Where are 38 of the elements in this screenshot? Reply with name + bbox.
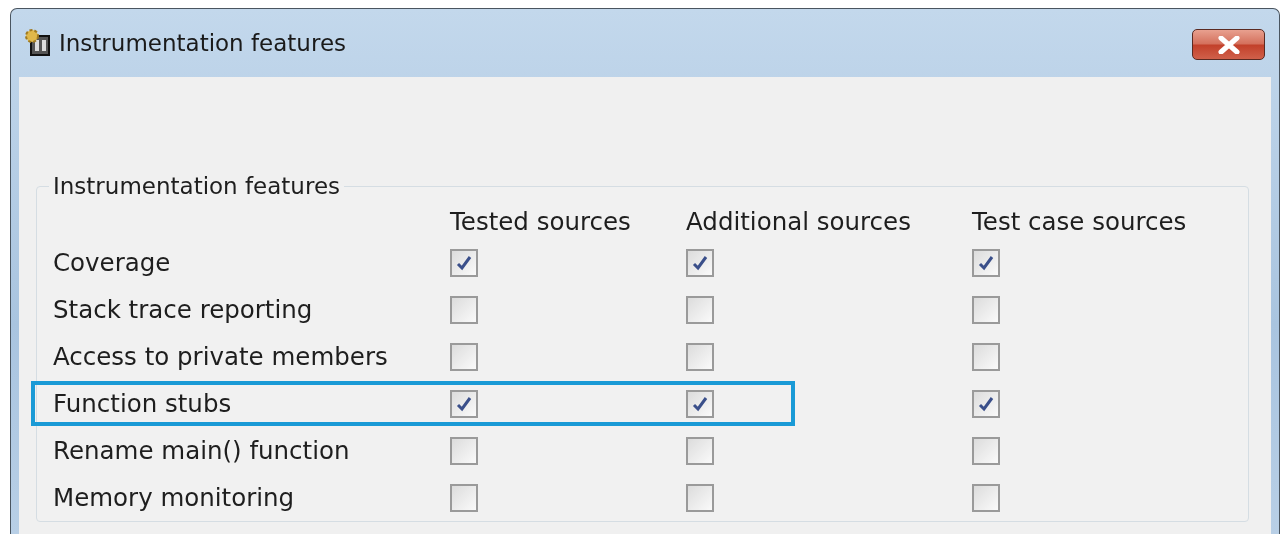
column-header: Tested sources	[450, 206, 632, 236]
checkbox[interactable]	[686, 436, 714, 465]
checkbox[interactable]	[972, 389, 1000, 418]
gear-cube-icon	[23, 28, 53, 58]
check-icon	[977, 394, 995, 413]
check-icon	[455, 253, 473, 272]
checkbox[interactable]	[686, 483, 714, 512]
checkbox[interactable]	[686, 389, 714, 418]
column-header: Additional sources	[686, 206, 912, 236]
feature-label: Function stubs	[53, 389, 233, 418]
feature-label: Access to private members	[53, 342, 389, 371]
checkbox[interactable]	[450, 248, 478, 277]
checkbox[interactable]	[972, 342, 1000, 371]
check-icon	[691, 253, 709, 272]
feature-label: Stack trace reporting	[53, 295, 314, 324]
check-icon	[691, 394, 709, 413]
checkbox[interactable]	[972, 248, 1000, 277]
feature-label: Memory monitoring	[53, 483, 296, 512]
checkbox[interactable]	[450, 436, 478, 465]
column-header: Test case sources	[972, 206, 1188, 236]
close-button[interactable]	[1192, 29, 1265, 60]
group-title: Instrumentation features	[52, 173, 342, 199]
check-icon	[455, 394, 473, 413]
checkbox[interactable]	[686, 248, 714, 277]
checkbox[interactable]	[972, 295, 1000, 324]
checkbox[interactable]	[972, 436, 1000, 465]
checkbox[interactable]	[450, 295, 478, 324]
checkbox[interactable]	[450, 389, 478, 418]
feature-label: Coverage	[53, 248, 172, 277]
checkbox[interactable]	[972, 483, 1000, 512]
checkbox[interactable]	[686, 342, 714, 371]
checkbox[interactable]	[450, 483, 478, 512]
checkbox[interactable]	[686, 295, 714, 324]
close-icon	[1217, 35, 1240, 54]
checkbox[interactable]	[450, 342, 478, 371]
window-title: Instrumentation features	[59, 30, 347, 56]
check-icon	[977, 253, 995, 272]
feature-label: Rename main() function	[53, 436, 351, 465]
